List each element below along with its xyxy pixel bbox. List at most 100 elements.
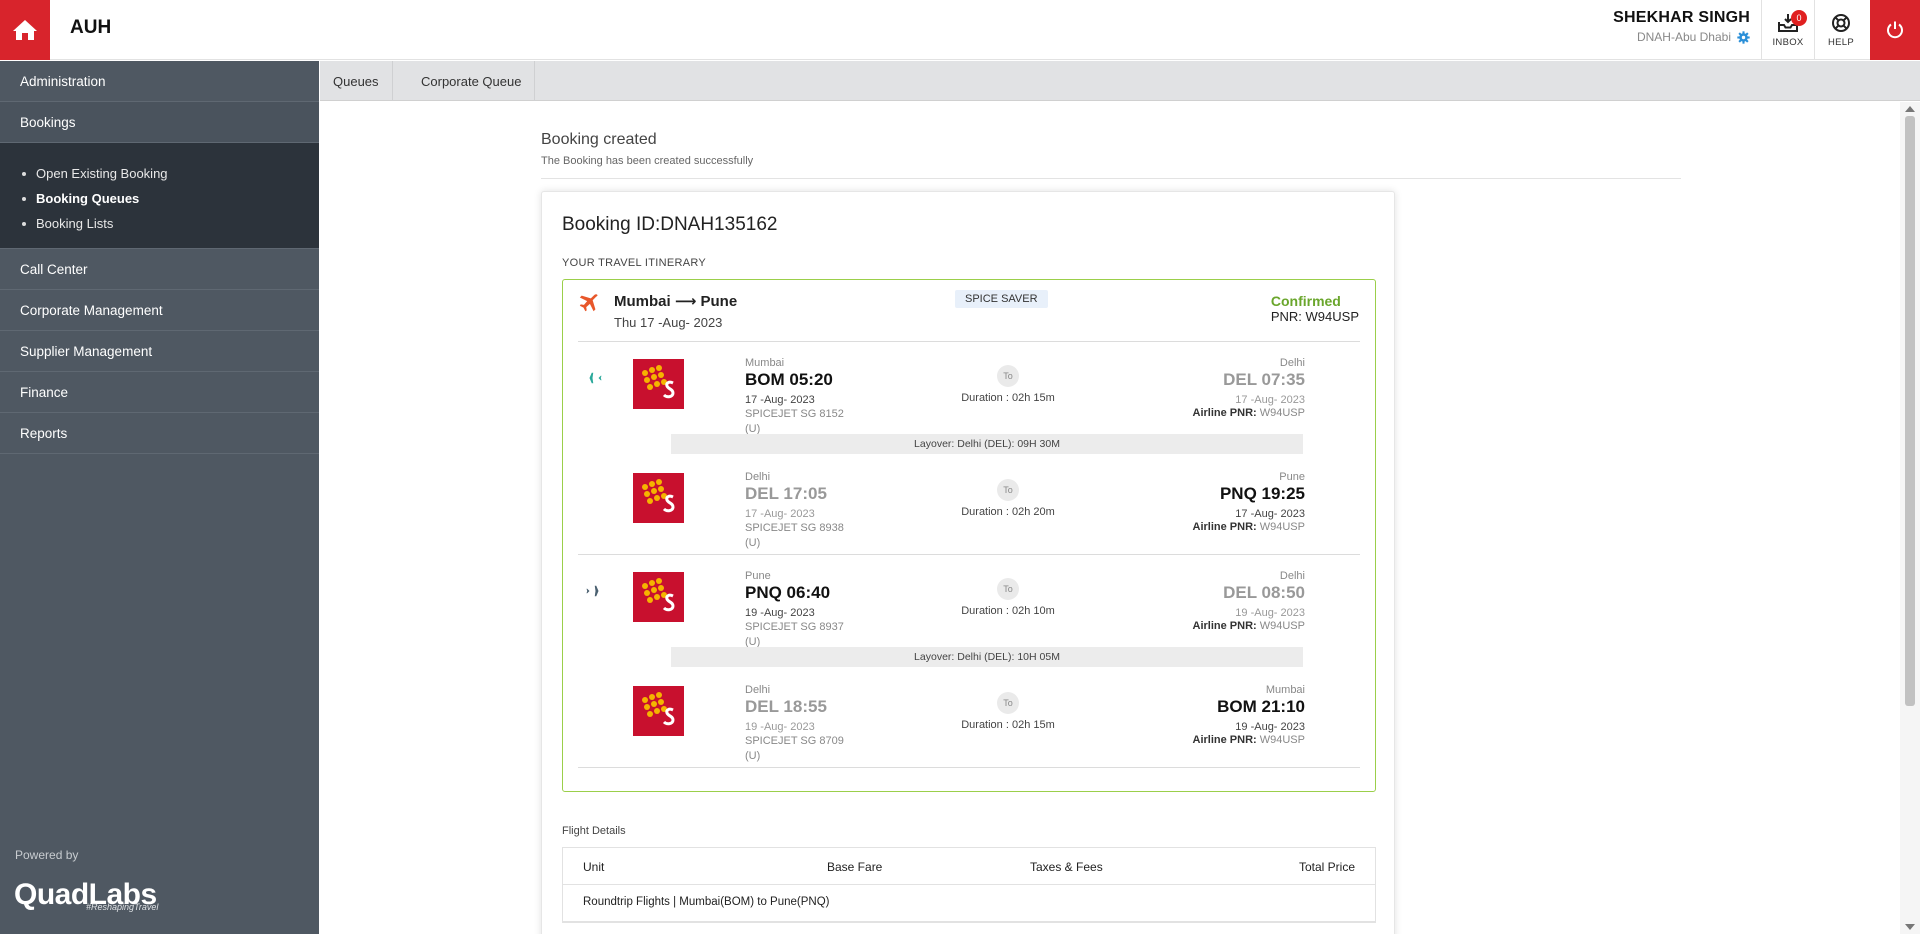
submenu-item-booking-lists[interactable]: Booking Lists — [0, 211, 319, 236]
user-block[interactable]: SHEKHAR SINGH DNAH-Abu Dhabi — [1613, 9, 1750, 44]
sidebar: Administration Bookings Open Existing Bo… — [0, 61, 319, 934]
airline-pnr-label: Airline PNR: — [1192, 734, 1257, 746]
route-date: Thu 17 -Aug- 2023 — [614, 315, 723, 330]
flight-number: SPICEJET SG 8937 — [745, 621, 844, 633]
itinerary-label: YOUR TRAVEL ITINERARY — [562, 257, 707, 269]
inbox-count-badge: 0 — [1791, 10, 1807, 26]
return-plane-icon — [586, 585, 602, 597]
route-title: Mumbai ⟶ Pune — [614, 293, 738, 310]
flight-segment: Delhi DEL 18:55 19 -Aug- 2023 SPICEJET S… — [563, 672, 1375, 762]
submenu-item-booking-queues[interactable]: Booking Queues — [0, 186, 319, 211]
arrival-date: 19 -Aug- 2023 — [1235, 607, 1305, 619]
duration-block: To Duration : 02h 10m — [933, 578, 1083, 617]
column-unit: Unit — [583, 860, 605, 874]
sidebar-item-finance[interactable]: Finance — [0, 372, 319, 413]
status-badge: Confirmed — [1270, 293, 1341, 309]
airplane-icon — [579, 294, 598, 312]
layover-banner: Layover: Delhi (DEL): 09H 30M — [671, 434, 1303, 454]
column-taxes-fees: Taxes & Fees — [1030, 860, 1103, 874]
spicejet-logo — [633, 686, 684, 736]
departure-info: Delhi DEL 17:05 17 -Aug- 2023 SPICEJET S… — [745, 471, 844, 550]
sidebar-item-bookings[interactable]: Bookings — [0, 102, 319, 143]
booking-class: (U) — [745, 750, 761, 762]
scroll-up-arrow[interactable] — [1905, 106, 1915, 112]
airline-pnr: Airline PNR: W94USP — [1193, 407, 1306, 419]
status-subtitle: The Booking has been created successfull… — [541, 155, 754, 167]
lifebuoy-icon — [1832, 13, 1850, 32]
arrival-info: Mumbai BOM 21:10 19 -Aug- 2023 Airline P… — [1193, 684, 1306, 746]
airline-pnr-label: Airline PNR: — [1192, 407, 1257, 419]
arrival-code-time: PNQ 19:25 — [1219, 484, 1305, 503]
booking-class: (U) — [745, 537, 761, 549]
submenu-item-open-existing-booking[interactable]: Open Existing Booking — [0, 161, 319, 186]
duration-block: To Duration : 02h 15m — [933, 692, 1083, 731]
departure-city: Delhi — [745, 684, 771, 696]
scroll-down-arrow[interactable] — [1905, 924, 1915, 930]
arrival-info: Delhi DEL 08:50 19 -Aug- 2023 Airline PN… — [1193, 570, 1306, 632]
logout-button[interactable] — [1870, 0, 1920, 60]
sidebar-item-reports[interactable]: Reports — [0, 413, 319, 454]
sidebar-item-administration[interactable]: Administration — [0, 61, 319, 102]
flight-number: SPICEJET SG 8938 — [745, 522, 844, 534]
departure-info: Mumbai BOM 05:20 17 -Aug- 2023 SPICEJET … — [745, 357, 844, 436]
tab-corporate-queue[interactable]: Corporate Queue — [408, 61, 536, 101]
departure-date: 17 -Aug- 2023 — [745, 394, 815, 406]
pnr-text: PNR: W94USP — [1270, 309, 1359, 324]
to-indicator: To — [997, 365, 1019, 387]
logo-tagline: #ReshapingTravel — [86, 902, 159, 912]
user-branch-row: DNAH-Abu Dhabi — [1613, 30, 1750, 44]
spicejet-logo — [633, 572, 684, 622]
airline-pnr: Airline PNR: W94USP — [1193, 734, 1306, 746]
arrival-info: Delhi DEL 07:35 17 -Aug- 2023 Airline PN… — [1193, 357, 1306, 419]
column-base-fare: Base Fare — [827, 860, 883, 874]
route-row-label: Roundtrip Flights | Mumbai(BOM) to Pune(… — [583, 896, 830, 908]
bookings-submenu: Open Existing Booking Booking Queues Boo… — [0, 143, 319, 249]
home-button[interactable] — [0, 0, 50, 60]
arrival-info: Pune PNQ 19:25 17 -Aug- 2023 Airline PNR… — [1193, 471, 1306, 533]
duration-block: To Duration : 02h 15m — [933, 365, 1083, 404]
top-header: AUH SHEKHAR SINGH DNAH-Abu Dhabi 0 INBOX… — [0, 0, 1920, 60]
spicejet-logo — [633, 473, 684, 523]
outbound-plane-icon — [586, 372, 602, 384]
departure-date: 19 -Aug- 2023 — [745, 721, 815, 733]
airline-pnr-value: W94USP — [1259, 620, 1305, 632]
departure-date: 17 -Aug- 2023 — [745, 508, 815, 520]
sidebar-item-supplier-management[interactable]: Supplier Management — [0, 331, 319, 372]
arrival-city: Pune — [1279, 471, 1305, 483]
help-button[interactable]: HELP — [1814, 0, 1867, 60]
user-name: SHEKHAR SINGH — [1613, 9, 1750, 26]
departure-date: 19 -Aug- 2023 — [745, 607, 815, 619]
page-scrollbar[interactable] — [1900, 102, 1920, 934]
fare-type-tag: SPICE SAVER — [955, 290, 1048, 308]
sidebar-item-call-center[interactable]: Call Center — [0, 249, 319, 290]
inbox-label: INBOX — [1772, 36, 1804, 48]
flight-duration: Duration : 02h 20m — [961, 506, 1055, 518]
divider — [578, 341, 1360, 342]
arrival-code-time: DEL 08:50 — [1223, 583, 1305, 602]
scroll-thumb[interactable] — [1905, 116, 1915, 706]
departure-city: Mumbai — [745, 357, 785, 369]
powered-by-text: Powered by — [15, 848, 79, 862]
airline-pnr-value: W94USP — [1259, 734, 1305, 746]
airline-pnr-label: Airline PNR: — [1192, 521, 1257, 533]
tab-bar: Queues Corporate Queue — [320, 61, 1920, 101]
layover-banner: Layover: Delhi (DEL): 10H 05M — [671, 647, 1303, 667]
flight-details-label: Flight Details — [562, 825, 626, 837]
booking-status-block: Confirmed PNR: W94USP — [1271, 293, 1359, 324]
airline-pnr-value: W94USP — [1259, 521, 1305, 533]
inbox-button[interactable]: 0 INBOX — [1761, 0, 1814, 60]
to-indicator: To — [997, 578, 1019, 600]
app-code: AUH — [70, 17, 112, 38]
tab-queues[interactable]: Queues — [320, 61, 393, 101]
booking-id: Booking ID:DNAH135162 — [562, 214, 778, 235]
flight-duration: Duration : 02h 10m — [961, 605, 1055, 617]
departure-info: Pune PNQ 06:40 19 -Aug- 2023 SPICEJET SG… — [745, 570, 844, 649]
gear-icon[interactable] — [1737, 30, 1750, 44]
flight-segment: Delhi DEL 17:05 17 -Aug- 2023 SPICEJET S… — [563, 459, 1375, 549]
airline-pnr: Airline PNR: W94USP — [1193, 521, 1306, 533]
flight-segment: Pune PNQ 06:40 19 -Aug- 2023 SPICEJET SG… — [563, 558, 1375, 648]
sidebar-item-corporate-management[interactable]: Corporate Management — [0, 290, 319, 331]
flight-details-table: Unit Base Fare Taxes & Fees Total Price … — [562, 847, 1376, 923]
airline-pnr-label: Airline PNR: — [1192, 620, 1257, 632]
arrival-date: 17 -Aug- 2023 — [1235, 394, 1305, 406]
